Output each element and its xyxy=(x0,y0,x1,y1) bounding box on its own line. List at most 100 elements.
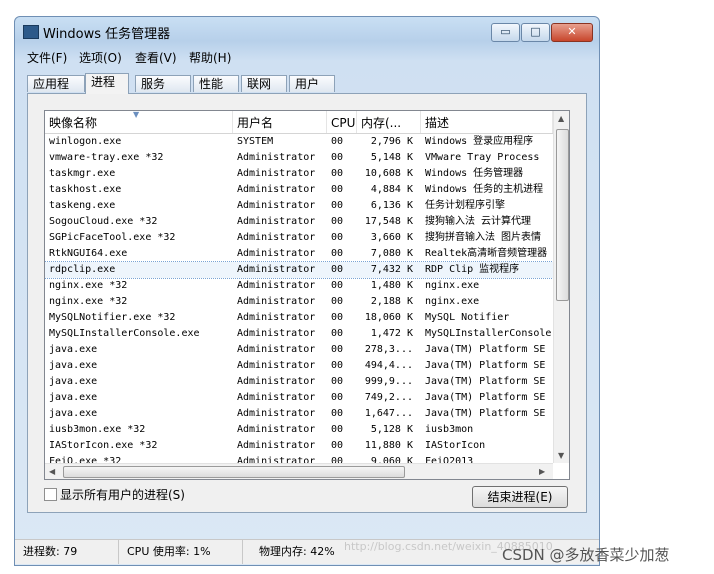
process-description: iusb3mon xyxy=(425,424,474,435)
table-row[interactable]: RtkNGUI64.exe Administrator 00 7,080 K Realt… xyxy=(45,246,553,262)
table-row[interactable]: taskhost.exe Administrator 00 4,884 K Window… xyxy=(45,182,553,198)
horizontal-scrollbar[interactable]: ◀ ▶ xyxy=(45,463,553,479)
table-row[interactable]: SGPicFaceTool.exe *32 Administrator 00 3,66… xyxy=(45,230,553,246)
process-name: IAStorIcon.exe *32 xyxy=(49,440,158,451)
process-cpu: 00 xyxy=(331,136,344,147)
table-row[interactable]: java.exe Administrator 00 278,3... Java(TM) … xyxy=(45,342,553,358)
process-cpu: 00 xyxy=(331,344,344,355)
tab-applications[interactable]: 应用程序 xyxy=(27,75,85,108)
process-description: VMware Tray Process xyxy=(425,152,540,163)
process-description: Java(TM) Platform SE xyxy=(425,344,546,355)
scroll-left-icon[interactable]: ◀ xyxy=(49,467,55,476)
tab-networking[interactable]: 联网 xyxy=(241,75,287,92)
scroll-right-icon[interactable]: ▶ xyxy=(539,467,545,476)
process-memory: 17,548 K xyxy=(364,216,413,227)
menu-view[interactable]: 查看(V) xyxy=(135,49,177,66)
table-row[interactable]: java.exe Administrator 00 1,647... Java(TM) … xyxy=(45,406,553,422)
column-description[interactable]: 描述 xyxy=(421,111,553,133)
menu-bar: 文件(F) 选项(O) 查看(V) 帮助(H) xyxy=(15,47,599,67)
process-name: java.exe xyxy=(49,392,98,403)
process-cpu: 00 xyxy=(331,280,344,291)
table-row[interactable]: rdpclip.exe Administrator 00 7,432 K RDP Cli… xyxy=(45,261,554,279)
table-row[interactable]: taskmgr.exe Administrator 00 10,608 K Window… xyxy=(45,166,553,182)
process-list[interactable]: ▼ 映像名称 用户名 CPU 内存(... 描述 winlogon.exe SYS… xyxy=(44,110,570,480)
close-button[interactable]: ✕ xyxy=(551,23,593,42)
process-user: Administrator xyxy=(237,360,316,371)
process-memory: 999,9... xyxy=(364,376,413,387)
vertical-scroll-thumb[interactable] xyxy=(556,129,569,301)
table-row[interactable]: SogouCloud.exe *32 Administrator 00 17,548 … xyxy=(45,214,553,230)
process-name: rdpclip.exe xyxy=(49,264,116,275)
column-user-name[interactable]: 用户名 xyxy=(233,111,327,133)
process-memory: 1,480 K xyxy=(370,280,413,291)
table-row[interactable]: nginx.exe *32 Administrator 00 1,480 K nginx… xyxy=(45,278,553,294)
table-row[interactable]: java.exe Administrator 00 749,2... Java(TM) … xyxy=(45,390,553,406)
window-title: Windows 任务管理器 xyxy=(43,27,171,42)
minimize-button[interactable]: ▭ xyxy=(491,23,520,42)
vertical-scrollbar[interactable]: ▲ ▼ xyxy=(553,111,569,463)
table-row[interactable]: winlogon.exe SYSTEM 00 2,796 K Windows 登录应用程… xyxy=(45,134,553,150)
process-user: Administrator xyxy=(237,344,316,355)
table-row[interactable]: iusb3mon.exe *32 Administrator 00 5,128 K iu… xyxy=(45,422,553,438)
menu-help[interactable]: 帮助(H) xyxy=(189,49,231,66)
table-row[interactable]: nginx.exe *32 Administrator 00 2,188 K nginx… xyxy=(45,294,553,310)
horizontal-scroll-thumb[interactable] xyxy=(63,466,405,478)
process-memory: 3,660 K xyxy=(370,232,413,243)
title-bar[interactable]: Windows 任务管理器 ▭ □ ✕ xyxy=(15,17,599,45)
tab-users[interactable]: 用户 xyxy=(289,75,335,92)
process-cpu: 00 xyxy=(331,184,344,195)
table-row[interactable]: IAStorIcon.exe *32 Administrator 00 11,880 … xyxy=(45,438,553,454)
process-cpu: 00 xyxy=(331,328,344,339)
process-user: Administrator xyxy=(237,376,316,387)
menu-options[interactable]: 选项(O) xyxy=(79,49,122,66)
process-user: Administrator xyxy=(237,392,316,403)
process-name: taskhost.exe xyxy=(49,184,122,195)
table-row[interactable]: MySQLInstallerConsole.exe Administrator 00… xyxy=(45,326,553,342)
csdn-watermark: CSDN @多放香菜少加葱 xyxy=(502,546,670,564)
process-cpu: 00 xyxy=(331,408,344,419)
end-process-button[interactable]: 结束进程(E) xyxy=(472,486,568,508)
process-memory: 2,188 K xyxy=(370,296,413,307)
process-cpu: 00 xyxy=(331,440,344,451)
table-row[interactable]: taskeng.exe Administrator 00 6,136 K 任务计划程序引… xyxy=(45,198,553,214)
process-description: Java(TM) Platform SE xyxy=(425,392,546,403)
process-user: Administrator xyxy=(237,248,316,259)
process-name: taskmgr.exe xyxy=(49,168,116,179)
process-name: java.exe xyxy=(49,344,98,355)
process-cpu: 00 xyxy=(331,424,344,435)
process-user: Administrator xyxy=(237,168,316,179)
process-user: Administrator xyxy=(237,280,316,291)
process-name: SogouCloud.exe *32 xyxy=(49,216,158,227)
table-row[interactable]: java.exe Administrator 00 999,9... Java(TM) … xyxy=(45,374,553,390)
process-name: iusb3mon.exe *32 xyxy=(49,424,146,435)
process-user: Administrator xyxy=(237,312,316,323)
process-name: java.exe xyxy=(49,360,98,371)
process-memory: 494,4... xyxy=(364,360,413,371)
column-cpu[interactable]: CPU xyxy=(327,111,357,133)
process-description: Realtek高清晰音频管理器 xyxy=(425,248,548,259)
scroll-down-icon[interactable]: ▼ xyxy=(558,451,564,460)
maximize-button[interactable]: □ xyxy=(521,23,550,42)
process-user: Administrator xyxy=(237,200,316,211)
tab-processes[interactable]: 进程 xyxy=(85,73,129,94)
process-memory: 18,060 K xyxy=(364,312,413,323)
process-description: MySQL Notifier xyxy=(425,312,510,323)
scroll-up-icon[interactable]: ▲ xyxy=(558,114,564,123)
process-cpu: 00 xyxy=(331,152,344,163)
tab-performance[interactable]: 性能 xyxy=(193,75,239,92)
process-memory: 11,880 K xyxy=(364,440,413,451)
table-row[interactable]: java.exe Administrator 00 494,4... Java(TM) … xyxy=(45,358,553,374)
column-image-name[interactable]: 映像名称 xyxy=(45,111,233,133)
process-cpu: 00 xyxy=(331,392,344,403)
process-user: Administrator xyxy=(237,296,316,307)
menu-file[interactable]: 文件(F) xyxy=(27,49,67,66)
column-memory[interactable]: 内存(... xyxy=(357,111,421,133)
tab-services[interactable]: 服务 xyxy=(135,75,191,92)
process-description: Windows 任务管理器 xyxy=(425,168,524,179)
table-row[interactable]: MySQLNotifier.exe *32 Administrator 00 18,0… xyxy=(45,310,553,326)
show-all-users-checkbox[interactable] xyxy=(44,488,57,501)
show-all-users-label[interactable]: 显示所有用户的进程(S) xyxy=(60,486,185,503)
process-description: IAStorIcon xyxy=(425,440,486,451)
table-row[interactable]: vmware-tray.exe *32 Administrator 00 5,148 … xyxy=(45,150,553,166)
process-memory: 1,472 K xyxy=(370,328,413,339)
